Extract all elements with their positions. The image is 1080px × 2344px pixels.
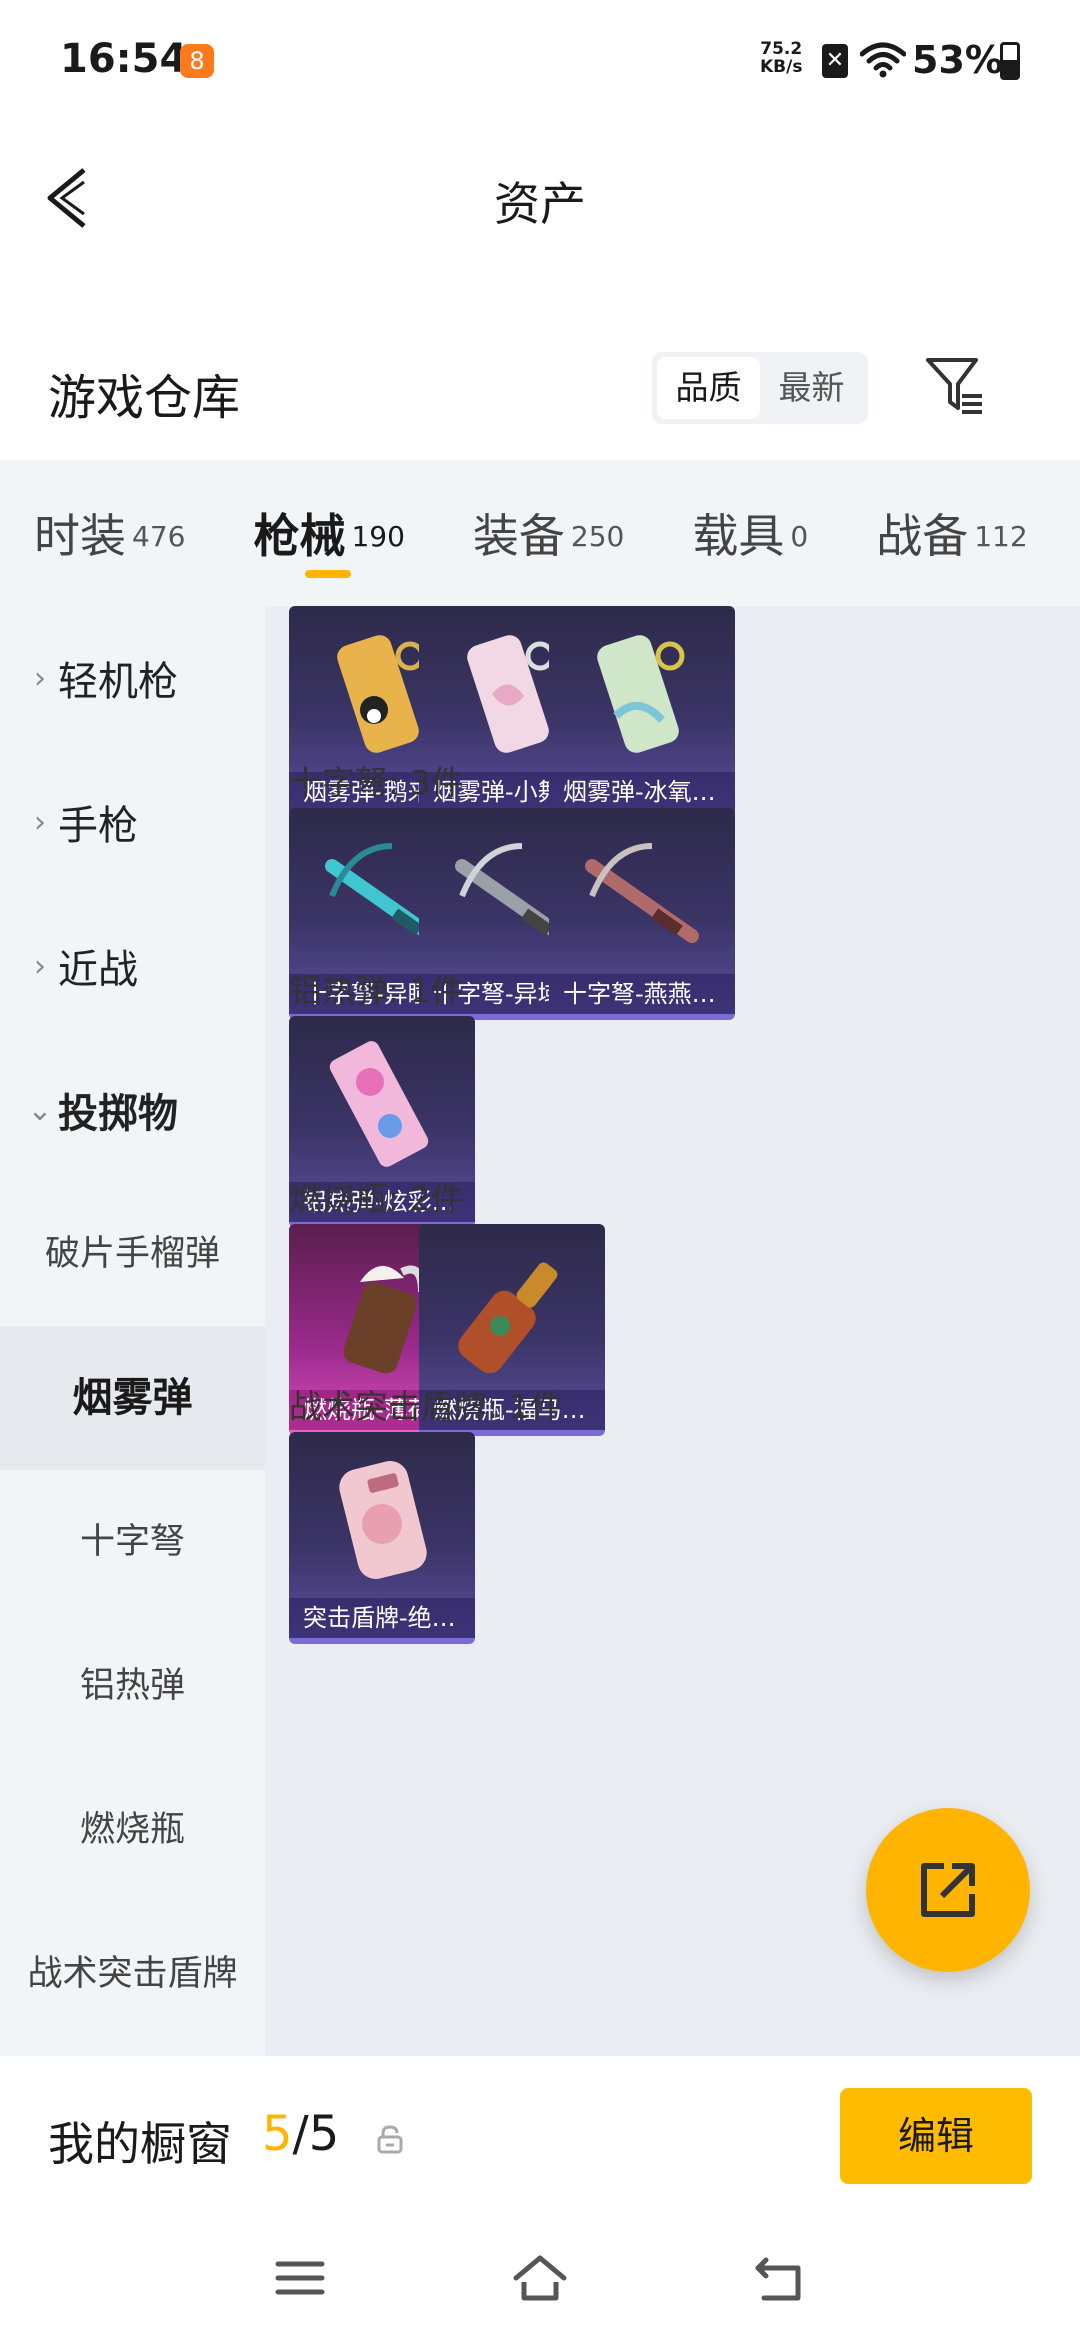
sidebar-item-label: 手枪 xyxy=(58,803,138,849)
sidebar-sub-thermite[interactable]: 铝热弹 xyxy=(0,1614,265,1758)
showcase-current: 5 xyxy=(262,2106,293,2162)
tab-label: 战备 xyxy=(876,509,969,563)
page-title: 资产 xyxy=(494,177,586,231)
tab-label: 载具 xyxy=(692,509,785,563)
chevron-right-icon: › xyxy=(34,660,46,696)
sidebar-sub-fragment-grenade[interactable]: 破片手榴弹 xyxy=(0,1182,265,1326)
sort-toggle: 品质 最新 xyxy=(652,352,868,424)
showcase-label: 我的橱窗 xyxy=(48,2117,232,2171)
status-bar: 16:54 8 75.2 KB/s ✕ 53% xyxy=(0,0,1080,120)
item-card[interactable]: 突击盾牌-绝… xyxy=(289,1432,475,1644)
chevron-right-icon: › xyxy=(34,804,46,840)
item-card[interactable]: 十字弩-燕燕… xyxy=(549,808,735,1020)
sidebar-item-label: 近战 xyxy=(58,947,138,993)
sidebar-sub-crossbow[interactable]: 十字弩 xyxy=(0,1470,265,1614)
network-speed-unit: KB/s xyxy=(760,57,803,77)
battery-icon xyxy=(1000,42,1020,80)
item-name: 烟雾弹-冰氧… xyxy=(549,772,735,812)
tab-count: 112 xyxy=(974,519,1028,553)
showcase-separator: / xyxy=(292,2106,309,2162)
tab-fashion[interactable]: 时装 476 xyxy=(34,460,185,606)
item-name: 十字弩-燕燕… xyxy=(549,974,735,1014)
showcase-count: 5/5 xyxy=(262,2106,339,2162)
tab-label: 时装 xyxy=(34,509,126,563)
molotov-icon xyxy=(458,1262,558,1374)
sidebar-item-pistol[interactable]: › 手枪 xyxy=(0,750,265,894)
group-label: 十字弩: 3件 xyxy=(289,763,464,802)
network-speed: 75.2 KB/s xyxy=(760,40,802,76)
menu-icon[interactable] xyxy=(272,2252,328,2304)
group-label: 战术突击盾牌: 1件 xyxy=(289,1387,563,1426)
sidebar-sub-assault-shield[interactable]: 战术突击盾牌 xyxy=(0,1902,265,2046)
category-tabs: 时装 476 枪械 190 装备 250 载具 0 战备 112 xyxy=(0,460,1080,606)
back-nav-icon[interactable] xyxy=(752,2252,808,2304)
tab-label: 装备 xyxy=(472,509,565,563)
tab-equipment[interactable]: 装备 250 xyxy=(473,460,624,606)
smoke-grenade-icon xyxy=(597,635,685,753)
group-label: 铝热弹: 1件 xyxy=(289,971,464,1010)
share-icon xyxy=(921,1863,975,1917)
thermite-grenade-icon xyxy=(329,1041,429,1167)
filter-icon[interactable] xyxy=(922,354,986,418)
crossbow-icon xyxy=(585,843,699,943)
sidebar-item-melee[interactable]: › 近战 xyxy=(0,894,265,1038)
sidebar-item-light-machine-gun[interactable]: › 轻机枪 xyxy=(0,606,265,750)
tab-count: 250 xyxy=(570,519,625,553)
status-time: 16:54 xyxy=(60,36,188,82)
edit-button[interactable]: 编辑 xyxy=(840,2088,1032,2184)
group-label: 燃烧瓶: 2件 xyxy=(289,1179,464,1218)
category-sidebar: › 轻机枪 › 手枪 › 近战 ⌄ 投掷物 破片手榴弹 烟雾弹 十字弩 铝热弹 … xyxy=(0,606,265,2056)
chevron-right-icon: › xyxy=(34,948,46,984)
system-nav-bar xyxy=(0,2216,1080,2344)
app-notification-icon: 8 xyxy=(180,44,214,78)
share-button[interactable] xyxy=(866,1808,1030,1972)
sort-newest-button[interactable]: 最新 xyxy=(760,357,863,419)
showcase-total: 5 xyxy=(308,2106,340,2162)
tab-firearms[interactable]: 枪械 190 xyxy=(253,460,405,606)
item-name: 突击盾牌-绝… xyxy=(289,1598,475,1638)
warehouse-title: 游戏仓库 xyxy=(48,370,241,426)
sidebar-item-label: 投掷物 xyxy=(58,1091,178,1137)
sidebar-sub-molotov[interactable]: 燃烧瓶 xyxy=(0,1758,265,1902)
active-tab-indicator xyxy=(305,570,352,578)
item-card[interactable]: 烟雾弹-冰氧… xyxy=(549,606,735,818)
sidebar-item-throwables[interactable]: ⌄ 投掷物 xyxy=(0,1038,265,1182)
wifi-icon xyxy=(860,42,906,78)
sidebar-sub-smoke-grenade[interactable]: 烟雾弹 xyxy=(0,1326,265,1470)
network-speed-value: 75.2 xyxy=(760,39,803,59)
sim-blocked-icon: ✕ xyxy=(822,44,848,78)
tab-count: 190 xyxy=(351,519,405,553)
showcase-bar: 我的橱窗 5/5 编辑 xyxy=(0,2056,1080,2216)
tab-supplies[interactable]: 战备 112 xyxy=(876,460,1027,606)
battery-level xyxy=(1003,60,1017,77)
battery-percentage: 53% xyxy=(912,38,1003,82)
assault-shield-icon xyxy=(339,1461,427,1579)
sort-quality-button[interactable]: 品质 xyxy=(657,357,760,419)
lock-icon xyxy=(377,2125,403,2154)
tab-label: 枪械 xyxy=(253,509,346,563)
home-icon[interactable] xyxy=(512,2252,568,2304)
tab-count: 476 xyxy=(132,519,186,553)
sidebar-item-label: 轻机枪 xyxy=(58,659,178,705)
tab-count: 0 xyxy=(790,519,809,553)
tab-vehicles[interactable]: 载具 0 xyxy=(692,460,808,606)
chevron-down-icon: ⌄ xyxy=(27,1092,53,1128)
